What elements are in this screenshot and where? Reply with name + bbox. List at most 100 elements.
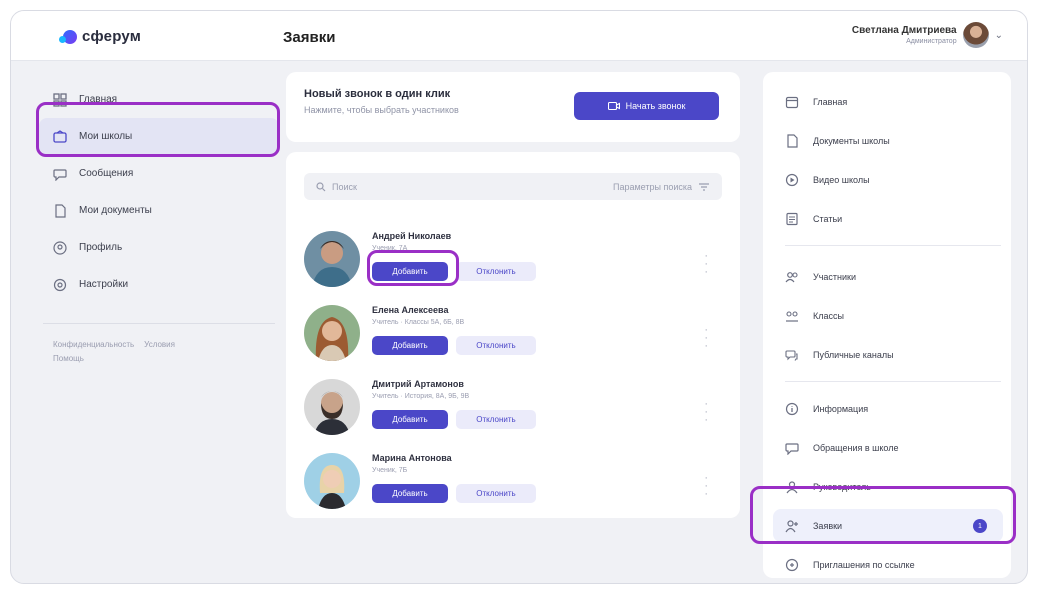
more-options-icon[interactable]: · · · [704, 251, 708, 278]
sidebar-item-profile[interactable]: Профиль [39, 229, 279, 266]
user-role: Администратор [906, 38, 957, 45]
school-menu-home[interactable]: Главная [773, 85, 1003, 118]
school-menu-requests[interactable]: Заявки 1 [773, 509, 1003, 542]
school-menu-public-channels[interactable]: Публичные каналы [773, 338, 1003, 371]
sidebar-item-settings[interactable]: Настройки [39, 266, 279, 303]
school-menu-articles[interactable]: Статьи [773, 202, 1003, 235]
new-call-subtitle: Нажмите, чтобы выбрать участников [304, 105, 459, 115]
school-menu-label: Приглашения по ссылке [813, 559, 915, 570]
add-button[interactable]: Добавить [372, 262, 448, 281]
school-menu-documents[interactable]: Документы школы [773, 124, 1003, 157]
request-role: Учитель · Классы 5А, 6Б, 8В [372, 319, 465, 326]
school-menu-label: Обращения в школе [813, 442, 899, 453]
video-camera-icon [607, 101, 620, 111]
school-menu-videos[interactable]: Видео школы [773, 163, 1003, 196]
avatar [304, 379, 360, 435]
document-icon [53, 203, 67, 218]
search-params-label: Параметры поиска [612, 181, 692, 192]
chat-icon [53, 167, 67, 181]
user-name: Светлана Дмитриева [851, 25, 957, 36]
sidebar-item-messages[interactable]: Сообщения [39, 155, 279, 192]
filter-icon [699, 182, 709, 191]
decline-button[interactable]: Отклонить [456, 262, 536, 281]
play-icon [785, 173, 799, 187]
user-menu[interactable]: Светлана Дмитриева Администратор ⌄ [852, 22, 1003, 48]
start-call-button[interactable]: Начать звонок [574, 92, 719, 120]
school-menu-label: Классы [813, 310, 844, 321]
sidebar-item-documents[interactable]: Мои документы [39, 192, 279, 229]
grid-icon [53, 92, 67, 107]
divider [43, 323, 275, 324]
top-header: сферум Заявки Светлана Дмитриева Админис… [11, 11, 1027, 61]
request-item: Дмитрий Артамонов Учитель · История, 8А,… [304, 373, 722, 443]
request-name: Елена Алексеева [372, 305, 449, 315]
settings-icon [53, 278, 67, 292]
divider [785, 245, 1001, 246]
school-menu-label: Информация [813, 403, 869, 414]
link-icon [785, 558, 799, 572]
sidebar-item-label: Сообщения [79, 168, 134, 179]
footer-link-terms[interactable]: Условия [144, 340, 175, 349]
school-icon [53, 129, 67, 144]
divider [785, 381, 1001, 382]
school-menu-appeals[interactable]: Обращения в школе [773, 431, 1003, 464]
sidebar-item-home[interactable]: Главная [39, 81, 279, 118]
footer-link-privacy[interactable]: Конфиденциальность [53, 340, 134, 349]
new-call-title: Новый звонок в один клик [304, 88, 451, 100]
requests-card: Поиск Параметры поиска Андрей Николаев У… [286, 152, 740, 518]
avatar [304, 231, 360, 287]
school-menu-participants[interactable]: Участники [773, 260, 1003, 293]
request-item: Елена Алексеева Учитель · Классы 5А, 6Б,… [304, 299, 722, 369]
school-menu-classes[interactable]: Классы [773, 299, 1003, 332]
document-icon [785, 133, 799, 148]
message-icon [785, 441, 799, 455]
chevron-down-icon[interactable]: ⌄ [995, 30, 1003, 41]
calendar-icon [785, 95, 799, 109]
school-menu-label: Публичные каналы [813, 349, 894, 360]
avatar [304, 453, 360, 509]
search-icon [316, 181, 326, 192]
school-menu-info[interactable]: Информация [773, 392, 1003, 425]
logo[interactable]: сферум [59, 28, 142, 45]
person-icon [785, 480, 799, 494]
search-input[interactable]: Поиск Параметры поиска [304, 173, 722, 200]
decline-button[interactable]: Отклонить [456, 336, 536, 355]
school-menu-label: Руководитель [813, 481, 871, 492]
school-menu-panel: Главная Документы школы Видео школы Стат… [763, 72, 1011, 578]
request-item: Андрей Николаев Ученик, 7А Добавить Откл… [304, 225, 722, 295]
add-button[interactable]: Добавить [372, 410, 448, 429]
school-menu-head[interactable]: Руководитель [773, 470, 1003, 503]
request-name: Андрей Николаев [372, 231, 452, 241]
classes-icon [785, 309, 799, 323]
logo-text: сферум [82, 28, 142, 45]
avatar [304, 305, 360, 361]
more-options-icon[interactable]: · · · [704, 399, 708, 426]
request-item: Марина Антонова Ученик, 7Б Добавить Откл… [304, 447, 722, 517]
decline-button[interactable]: Отклонить [456, 410, 536, 429]
search-params-button[interactable]: Параметры поиска [613, 182, 710, 192]
more-options-icon[interactable]: · · · [704, 325, 708, 352]
users-icon [785, 270, 799, 284]
more-options-icon[interactable]: · · · [704, 473, 708, 500]
start-call-label: Начать звонок [625, 101, 686, 111]
school-menu-invites[interactable]: Приглашения по ссылке [773, 548, 1003, 581]
school-menu-label: Участники [813, 271, 856, 282]
avatar[interactable] [962, 22, 989, 48]
footer-link-help[interactable]: Помощь [53, 354, 84, 363]
info-icon [785, 402, 799, 416]
add-button[interactable]: Добавить [372, 484, 448, 503]
school-menu-label: Видео школы [813, 174, 870, 185]
request-role: Учитель · История, 8А, 9Б, 9В [372, 393, 470, 400]
profile-icon [53, 240, 67, 255]
channels-icon [785, 348, 799, 362]
decline-button[interactable]: Отклонить [456, 484, 536, 503]
page-title: Заявки [283, 29, 336, 46]
sidebar-item-label: Мои школы [79, 131, 133, 142]
add-button[interactable]: Добавить [372, 336, 448, 355]
sidebar-item-label: Главная [79, 94, 118, 105]
school-menu-label: Заявки [813, 520, 843, 531]
notification-badge: 1 [973, 519, 987, 533]
request-name: Дмитрий Артамонов [372, 379, 464, 389]
school-menu-label: Главная [813, 96, 848, 107]
sidebar-item-my-schools[interactable]: Мои школы [39, 118, 279, 155]
